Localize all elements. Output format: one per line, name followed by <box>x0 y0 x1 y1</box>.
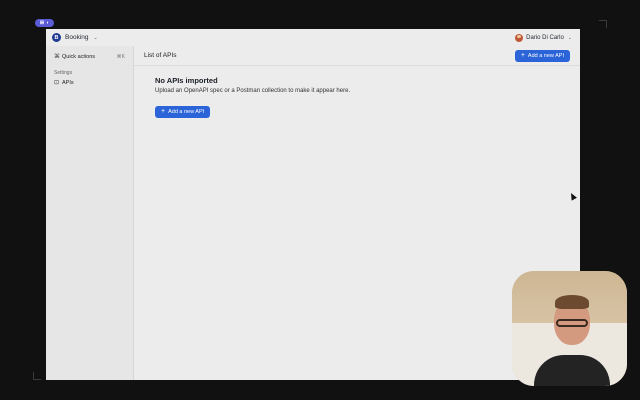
empty-add-api-button[interactable]: + Add a new API <box>155 105 211 118</box>
webcam-person-glasses <box>556 319 588 327</box>
empty-state: No APIs imported Upload an OpenAPI spec … <box>155 76 350 118</box>
page-title: List of APIs <box>144 52 177 59</box>
chevron-down-icon: ⌄ <box>567 34 572 41</box>
chevron-down-icon: ⌄ <box>93 34 98 41</box>
screen-corner-marker <box>33 372 41 380</box>
user-name: Dario Di Carlo <box>526 34 564 41</box>
page-header: List of APIs + Add a new API <box>134 46 580 66</box>
api-icon: ⊡ <box>54 80 60 86</box>
button-label: Add a new API <box>168 108 205 115</box>
add-api-button[interactable]: + Add a new API <box>514 49 570 62</box>
workspace-name: Booking <box>65 34 89 41</box>
recording-badge-label: ⊞ ◖ <box>39 20 50 26</box>
command-icon: ⌘ <box>54 54 60 60</box>
top-bar: B Booking ⌄ Dario Di Carlo ⌄ <box>46 29 580 46</box>
workspace-logo: B <box>52 33 61 42</box>
sidebar-item-apis[interactable]: ⊡ APIs <box>46 77 133 88</box>
workspace-switcher[interactable]: B Booking ⌄ <box>52 33 98 42</box>
app-window: B Booking ⌄ Dario Di Carlo ⌄ ⌘ Quick act… <box>46 29 580 380</box>
recording-badge[interactable]: ⊞ ◖ <box>35 19 54 27</box>
avatar <box>515 33 524 42</box>
plus-icon: + <box>520 52 525 59</box>
sidebar-section-label: Settings <box>54 70 73 76</box>
plus-icon: + <box>161 108 166 115</box>
webcam-overlay <box>512 271 627 386</box>
sidebar: ⌘ Quick actions ⌘K Settings ⊡ APIs <box>46 46 134 380</box>
shortcut-hint: ⌘K <box>116 53 125 60</box>
screen-corner-marker <box>599 20 607 28</box>
user-menu[interactable]: Dario Di Carlo ⌄ <box>515 33 572 42</box>
button-label: Add a new API <box>527 52 564 59</box>
empty-state-subtitle: Upload an OpenAPI spec or a Postman coll… <box>155 88 351 94</box>
empty-state-title: No APIs imported <box>155 76 218 85</box>
sidebar-item-label: Quick actions <box>62 53 96 60</box>
sidebar-item-label: APIs <box>62 79 74 86</box>
webcam-person-hair <box>555 295 589 309</box>
sidebar-item-quick-actions[interactable]: ⌘ Quick actions ⌘K <box>46 51 133 62</box>
